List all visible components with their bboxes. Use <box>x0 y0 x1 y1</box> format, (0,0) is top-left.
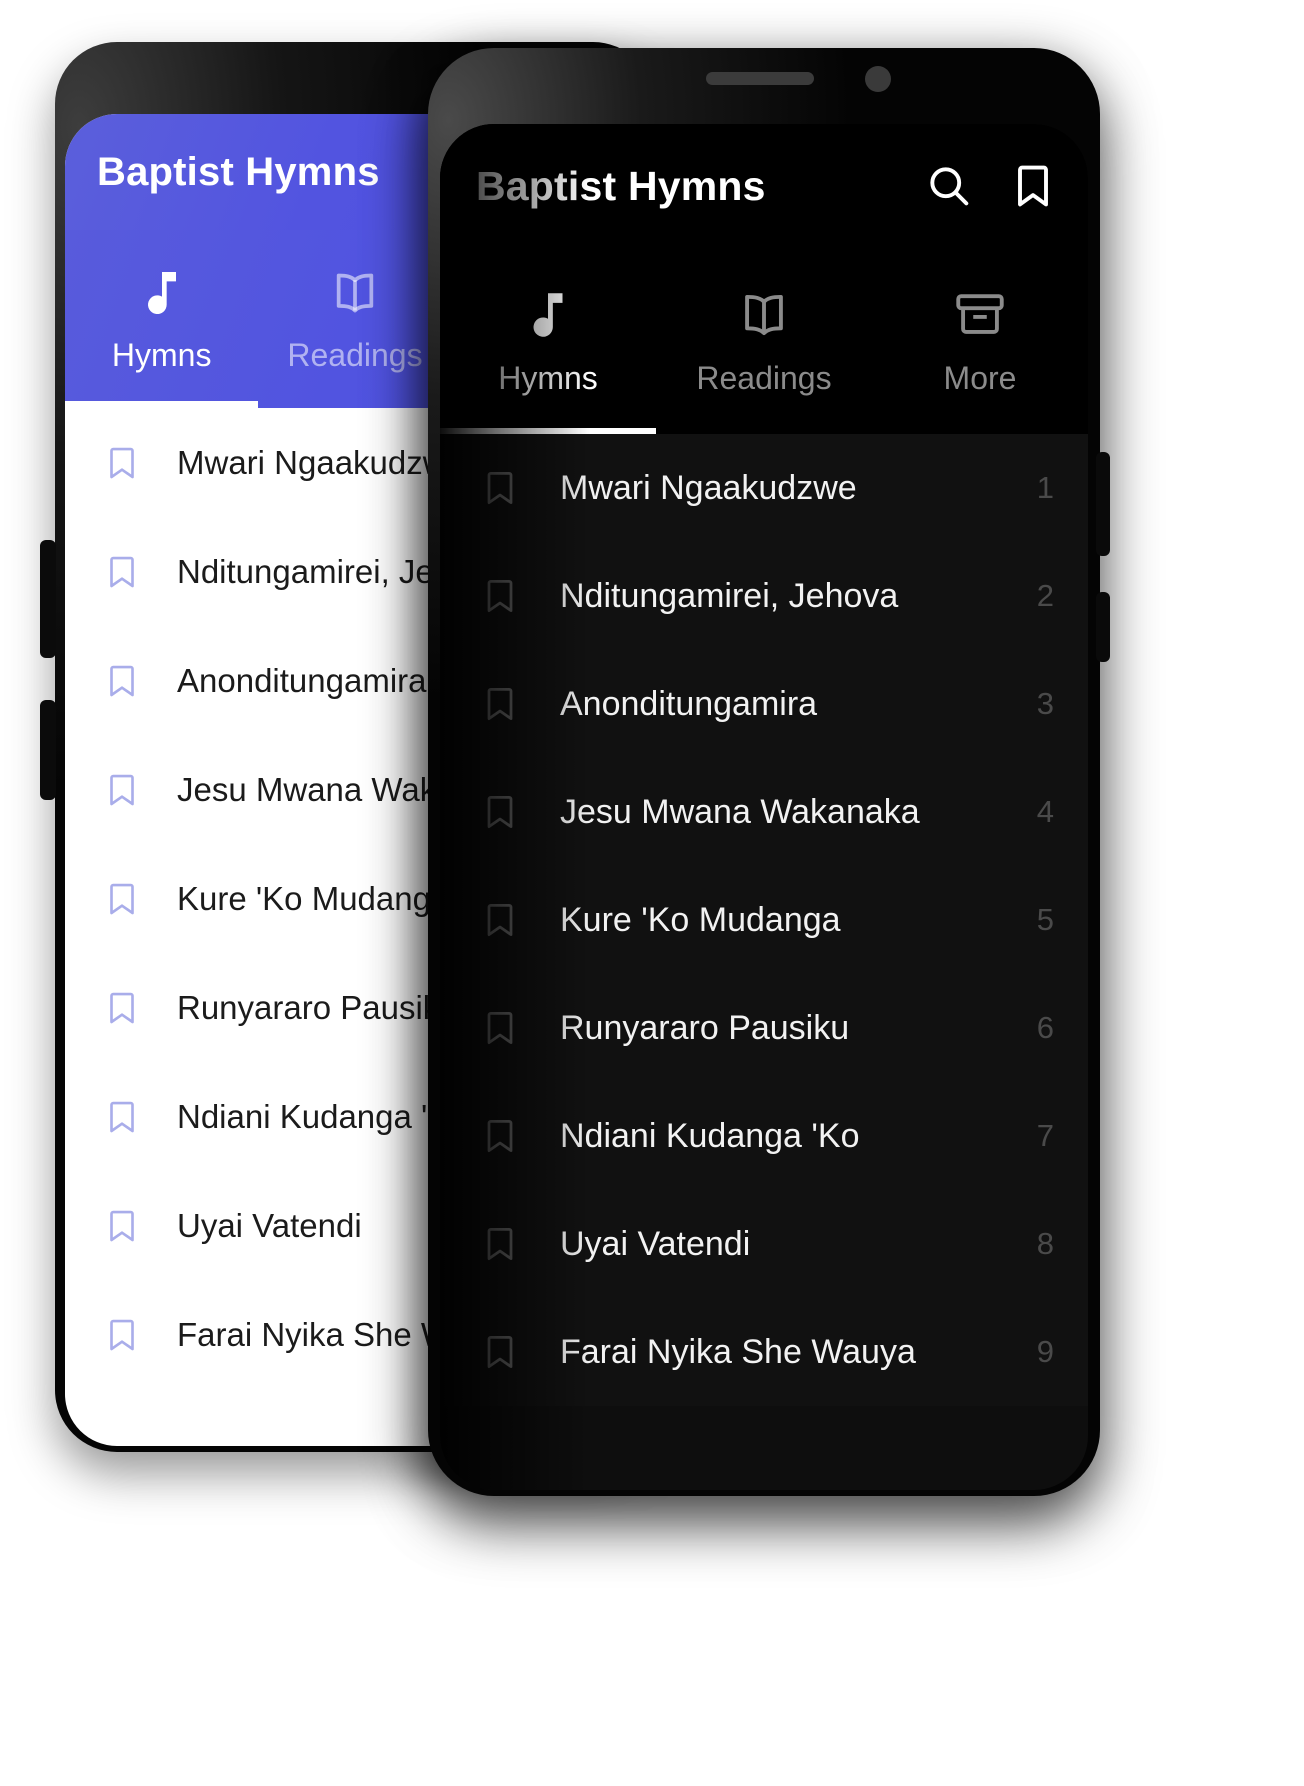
tab-readings[interactable]: Readings <box>656 248 872 434</box>
table-row[interactable]: Farai Nyika She Wauya 9 <box>440 1298 1088 1406</box>
open-book-icon <box>327 265 383 321</box>
tab-bar-dark: Hymns Readings More <box>440 248 1088 434</box>
bookmark-icon[interactable] <box>478 790 540 834</box>
bookmark-icon[interactable] <box>478 1114 540 1158</box>
hymn-title: Farai Nyika She Wauya <box>560 1332 916 1371</box>
hymn-list-dark[interactable]: Mwari Ngaakudzwe 1 Nditungamirei, Jehova… <box>440 434 1088 1406</box>
app-bar-actions <box>922 159 1060 213</box>
hymn-number: 2 <box>1036 578 1054 613</box>
open-book-icon <box>735 286 793 344</box>
power-button[interactable] <box>40 700 56 800</box>
hymn-number: 1 <box>1036 470 1054 505</box>
front-camera-icon <box>865 66 891 92</box>
table-row[interactable]: Mwari Ngaakudzwe 1 <box>440 434 1088 542</box>
hymn-title: Runyararo Pausiku <box>560 1008 850 1047</box>
bookmark-icon[interactable] <box>478 574 540 618</box>
table-row[interactable]: Runyararo Pausiku 6 <box>440 974 1088 1082</box>
bookmark-icon[interactable] <box>101 1314 163 1356</box>
hymn-number: 8 <box>1036 1226 1054 1261</box>
table-row[interactable]: Ndiani Kudanga 'Ko 7 <box>440 1082 1088 1190</box>
bookmark-icon[interactable] <box>101 1096 163 1138</box>
bookmark-icon[interactable] <box>478 682 540 726</box>
bookmark-icon[interactable] <box>478 1330 540 1374</box>
hymn-number: 6 <box>1036 1010 1054 1045</box>
tab-hymns-label: Hymns <box>498 359 598 396</box>
bookmark-icon[interactable] <box>478 898 540 942</box>
tab-hymns[interactable]: Hymns <box>65 230 259 408</box>
tab-more-label: More <box>943 359 1017 396</box>
tab-hymns-label: Hymns <box>111 336 212 373</box>
tab-hymns[interactable]: Hymns <box>440 248 656 434</box>
app-screen-dark: Baptist Hymns Hymns Readings More Mwari … <box>440 124 1088 1490</box>
tab-active-indicator <box>65 401 259 408</box>
app-bar-dark: Baptist Hymns <box>440 124 1088 248</box>
table-row[interactable]: Kure 'Ko Mudanga 5 <box>440 866 1088 974</box>
phone-mockup-dark: Baptist Hymns Hymns Readings More Mwari … <box>428 48 1100 1496</box>
bookmark-icon[interactable] <box>1006 159 1060 213</box>
bookmark-icon[interactable] <box>101 769 163 811</box>
table-row[interactable]: Nditungamirei, Jehova 2 <box>440 542 1088 650</box>
bookmark-icon[interactable] <box>478 466 540 510</box>
page-title: Baptist Hymns <box>97 149 380 194</box>
hymn-number: 3 <box>1036 686 1054 721</box>
bookmark-icon[interactable] <box>101 987 163 1029</box>
table-row[interactable]: Anonditungamira 3 <box>440 650 1088 758</box>
page-title: Baptist Hymns <box>476 162 766 209</box>
music-note-icon <box>519 286 577 344</box>
bookmark-icon[interactable] <box>101 660 163 702</box>
hymn-title: Mwari Ngaakudzwe <box>560 468 857 507</box>
volume-button[interactable] <box>40 540 56 658</box>
table-row[interactable]: Jesu Mwana Wakanaka 4 <box>440 758 1088 866</box>
bookmark-icon[interactable] <box>101 442 163 484</box>
tab-active-indicator <box>440 428 656 434</box>
tab-more[interactable]: More <box>872 248 1088 434</box>
bookmark-icon[interactable] <box>478 1006 540 1050</box>
hymn-number: 5 <box>1036 902 1054 937</box>
tab-readings[interactable]: Readings <box>258 230 451 408</box>
table-row[interactable]: Uyai Vatendi 8 <box>440 1190 1088 1298</box>
bookmark-icon[interactable] <box>101 878 163 920</box>
hymn-title: Uyai Vatendi <box>560 1224 751 1263</box>
archive-icon <box>951 286 1009 344</box>
hymn-number: 7 <box>1036 1118 1054 1153</box>
hymn-title: Jesu Mwana Wakanaka <box>560 792 920 831</box>
bookmark-icon[interactable] <box>101 1205 163 1247</box>
power-button[interactable] <box>1096 592 1110 662</box>
tab-readings-label: Readings <box>696 359 832 396</box>
bookmark-icon[interactable] <box>478 1222 540 1266</box>
hymn-title: Anonditungamira <box>560 684 818 723</box>
hymn-title: Nditungamirei, Jehova <box>560 576 899 615</box>
bookmark-icon[interactable] <box>101 551 163 593</box>
search-icon[interactable] <box>922 159 976 213</box>
earpiece-speaker <box>706 72 814 85</box>
volume-button[interactable] <box>1096 452 1110 556</box>
music-note-icon <box>134 265 190 321</box>
hymn-title: Kure 'Ko Mudanga <box>560 900 841 939</box>
tab-readings-label: Readings <box>287 336 423 373</box>
hymn-title: Ndiani Kudanga 'Ko <box>560 1116 860 1155</box>
hymn-number: 9 <box>1036 1334 1054 1369</box>
hymn-number: 4 <box>1036 794 1054 829</box>
